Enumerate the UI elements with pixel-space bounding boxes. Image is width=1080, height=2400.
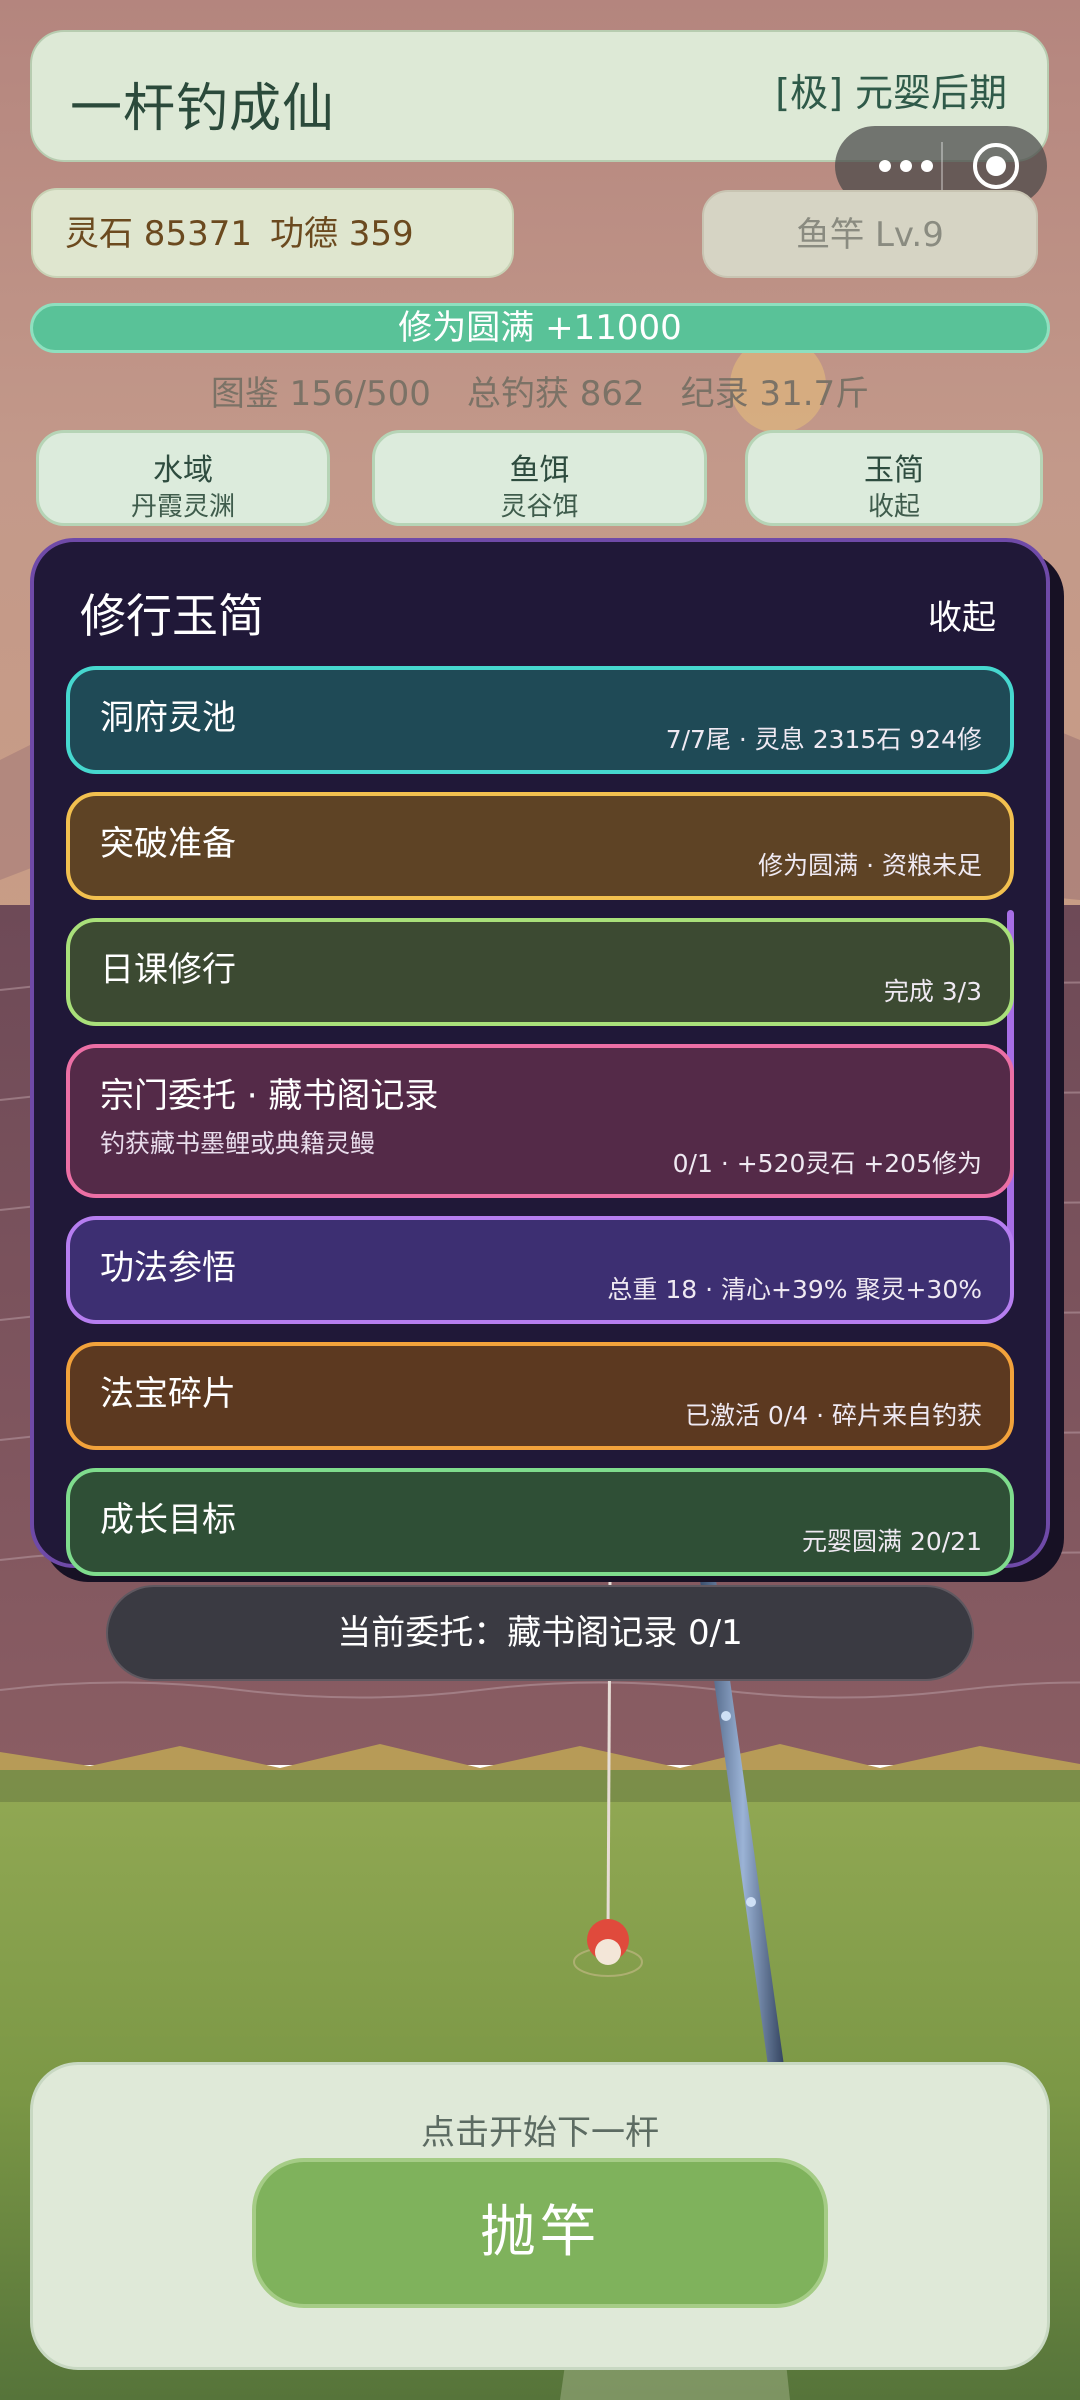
task-title: 突破准备 xyxy=(100,824,236,864)
task-breakthrough-prep[interactable]: 突破准备 修为圆满 · 资粮未足 xyxy=(66,792,1014,900)
capsule-divider xyxy=(941,142,943,190)
task-growth-goal[interactable]: 成长目标 元婴圆满 20/21 xyxy=(66,1468,1014,1576)
current-commission-bar: 当前委托：藏书阁记录 0/1 xyxy=(106,1585,974,1681)
task-info: 完成 3/3 xyxy=(883,977,982,1006)
task-info: 0/1 · +520灵石 +205修为 xyxy=(672,1149,982,1178)
water-area-selector[interactable]: 水域 丹霞灵渊 xyxy=(36,430,330,526)
game-title: 一杆钓成仙 xyxy=(70,79,336,139)
jade-slip-toggle[interactable]: 玉简 收起 xyxy=(745,430,1043,526)
stats-row: 图鉴 156/500 总钓获 862 纪录 31.7斤 xyxy=(0,366,1080,415)
realm-label: [极] 元婴后期 xyxy=(775,71,1007,115)
task-info: 总重 18 · 清心+39% 聚灵+30% xyxy=(607,1275,982,1304)
cast-rod-button[interactable]: 抛竿 xyxy=(252,2158,828,2308)
codex-stat: 图鉴 156/500 xyxy=(210,374,431,414)
panel-title: 修行玉简 xyxy=(80,589,264,643)
task-info: 修为圆满 · 资粮未足 xyxy=(758,851,982,880)
cast-hint: 点击开始下一杆 xyxy=(421,2113,659,2153)
total-catch-stat: 总钓获 862 xyxy=(466,374,645,414)
rod-level-button[interactable]: 鱼竿 Lv.9 xyxy=(702,190,1038,278)
task-title: 成长目标 xyxy=(100,1500,236,1540)
task-title: 宗门委托 · 藏书阁记录 xyxy=(100,1076,439,1116)
cultivation-progress-bar: 修为圆满 +11000 xyxy=(30,303,1050,353)
task-title: 日课修行 xyxy=(100,950,236,990)
selector-value: 丹霞灵渊 xyxy=(130,492,235,522)
task-title: 洞府灵池 xyxy=(100,698,236,738)
selector-label: 玉简 xyxy=(864,453,924,488)
task-sect-commission[interactable]: 宗门委托 · 藏书阁记录 钓获藏书墨鲤或典籍灵鳗 0/1 · +520灵石 +2… xyxy=(66,1044,1014,1198)
close-target-icon[interactable] xyxy=(973,143,1019,189)
selector-value: 收起 xyxy=(867,492,920,522)
task-treasure-fragments[interactable]: 法宝碎片 已激活 0/4 · 碎片来自钓获 xyxy=(66,1342,1014,1450)
record-stat: 纪录 31.7斤 xyxy=(680,374,870,414)
task-title: 功法参悟 xyxy=(100,1248,236,1288)
spirit-stone-count: 灵石 85371 xyxy=(65,214,252,254)
task-cave-spirit-pool[interactable]: 洞府灵池 7/7尾 · 灵息 2315石 924修 xyxy=(66,666,1014,774)
task-title: 法宝碎片 xyxy=(100,1374,236,1414)
task-daily-practice[interactable]: 日课修行 完成 3/3 xyxy=(66,918,1014,1026)
selector-value: 灵谷饵 xyxy=(500,492,579,522)
task-info: 7/7尾 · 灵息 2315石 924修 xyxy=(665,725,982,754)
merit-count: 功德 359 xyxy=(269,214,414,254)
panel-collapse-button[interactable]: 收起 xyxy=(928,590,996,639)
selector-label: 水域 xyxy=(153,453,213,488)
bait-selector[interactable]: 鱼饵 灵谷饵 xyxy=(372,430,707,526)
selector-label: 鱼饵 xyxy=(509,453,570,488)
resources-card: 灵石 85371 功德 359 xyxy=(31,188,514,278)
task-technique-insight[interactable]: 功法参悟 总重 18 · 清心+39% 聚灵+30% xyxy=(66,1216,1014,1324)
task-info: 已激活 0/4 · 碎片来自钓获 xyxy=(684,1401,982,1430)
task-subtitle: 钓获藏书墨鲤或典籍灵鳗 xyxy=(100,1129,376,1158)
task-info: 元婴圆满 20/21 xyxy=(802,1527,982,1556)
